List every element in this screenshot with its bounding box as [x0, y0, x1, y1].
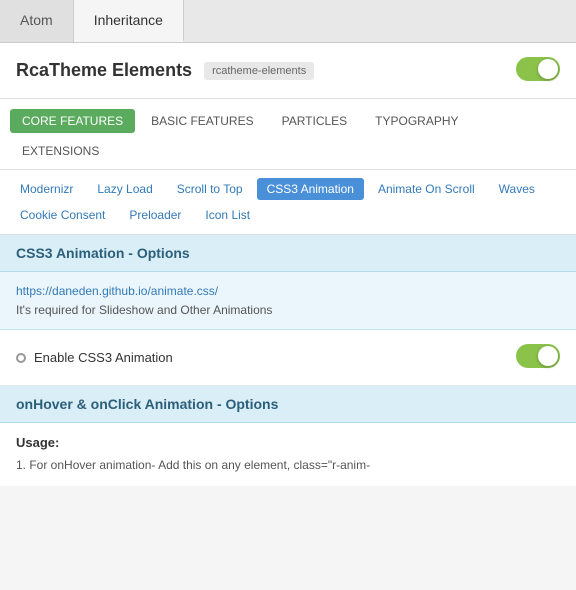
- tab-particles[interactable]: PARTICLES: [270, 109, 360, 133]
- enable-toggle-slider[interactable]: [516, 344, 560, 368]
- section1-title: CSS3 Animation - Options: [16, 245, 190, 261]
- subnav-waves[interactable]: Waves: [489, 178, 545, 200]
- tab-basic-features[interactable]: BASIC FEATURES: [139, 109, 265, 133]
- header-row: RcaTheme Elements rcatheme-elements: [0, 43, 576, 99]
- tab-typography[interactable]: TYPOGRAPHY: [363, 109, 470, 133]
- subnav-scroll-to-top[interactable]: Scroll to Top: [167, 178, 253, 200]
- subnav-animate-on-scroll[interactable]: Animate On Scroll: [368, 178, 485, 200]
- info-link[interactable]: https://daneden.github.io/animate.css/: [16, 284, 560, 298]
- feature-tabs-container: CORE FEATURES BASIC FEATURES PARTICLES T…: [0, 99, 576, 170]
- enable-toggle-row: Enable CSS3 Animation: [0, 330, 576, 386]
- section2-title: onHover & onClick Animation - Options: [16, 396, 278, 412]
- header-badge: rcatheme-elements: [204, 62, 314, 80]
- info-text: It's required for Slideshow and Other An…: [16, 303, 272, 317]
- subnav-cookie-consent[interactable]: Cookie Consent: [10, 204, 115, 226]
- sub-nav-bar: Modernizr Lazy Load Scroll to Top CSS3 A…: [0, 170, 576, 235]
- subnav-preloader[interactable]: Preloader: [119, 204, 191, 226]
- top-tabs-bar: Atom Inheritance: [0, 0, 576, 43]
- page-title: RcaTheme Elements: [16, 60, 192, 81]
- usage-box: Usage: 1. For onHover animation- Add thi…: [0, 423, 576, 486]
- enable-toggle-switch[interactable]: [516, 344, 560, 368]
- section-onhover-onclick: onHover & onClick Animation - Options: [0, 386, 576, 423]
- subnav-lazy-load[interactable]: Lazy Load: [87, 178, 162, 200]
- usage-text: 1. For onHover animation- Add this on an…: [16, 456, 560, 474]
- feature-tabs-row: CORE FEATURES BASIC FEATURES PARTICLES T…: [10, 109, 566, 133]
- enable-label-block: Enable CSS3 Animation: [34, 350, 173, 365]
- enable-toggle-text: Enable CSS3 Animation: [34, 350, 173, 365]
- extensions-tab-row: EXTENSIONS: [10, 139, 566, 163]
- info-box: https://daneden.github.io/animate.css/ I…: [0, 272, 576, 330]
- enable-toggle-switch-wrapper[interactable]: [516, 344, 560, 371]
- usage-title: Usage:: [16, 435, 560, 450]
- subnav-icon-list[interactable]: Icon List: [195, 204, 260, 226]
- header-toggle[interactable]: [516, 57, 560, 84]
- tab-core-features[interactable]: CORE FEATURES: [10, 109, 135, 133]
- tab-inheritance[interactable]: Inheritance: [74, 0, 184, 42]
- tab-extensions[interactable]: EXTENSIONS: [10, 139, 111, 163]
- master-toggle-switch[interactable]: [516, 57, 560, 81]
- section-css3-animation: CSS3 Animation - Options: [0, 235, 576, 272]
- tab-atom[interactable]: Atom: [0, 0, 74, 42]
- subnav-css3-animation[interactable]: CSS3 Animation: [257, 178, 364, 200]
- enable-toggle-label: Enable CSS3 Animation: [16, 350, 516, 365]
- subnav-modernizr[interactable]: Modernizr: [10, 178, 83, 200]
- master-toggle-slider[interactable]: [516, 57, 560, 81]
- radio-dot-icon: [16, 353, 26, 363]
